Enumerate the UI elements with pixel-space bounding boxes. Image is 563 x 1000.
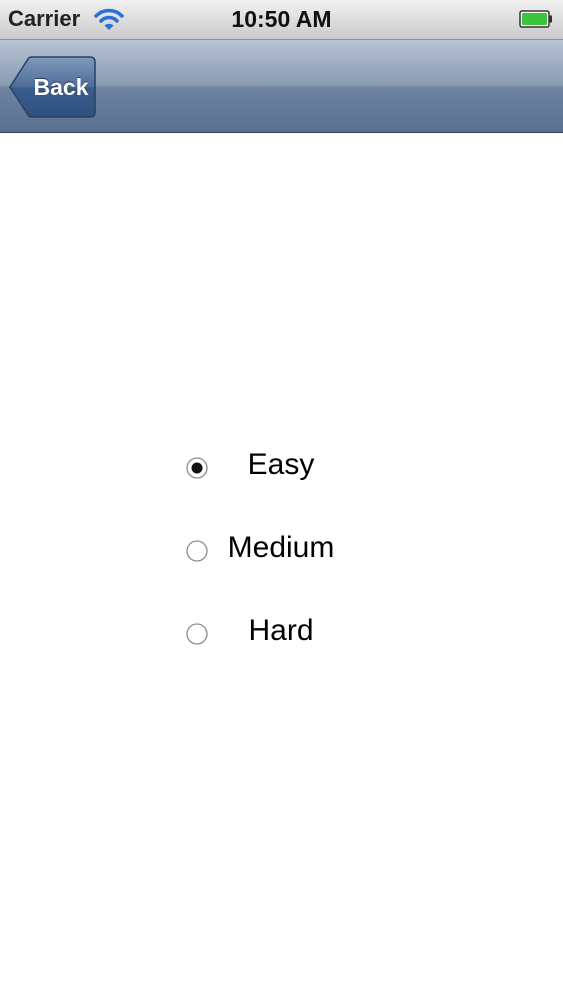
back-button-label: Back <box>33 74 89 100</box>
radio-label-easy: Easy <box>247 448 315 481</box>
radio-label-medium: Medium <box>227 531 335 564</box>
back-button[interactable]: Back <box>8 56 96 118</box>
radio-option-hard[interactable]: Hard <box>180 606 360 666</box>
radio-option-easy[interactable]: Easy <box>180 440 360 500</box>
radio-selected-icon[interactable] <box>186 457 208 479</box>
clock: 10:50 AM <box>231 6 332 32</box>
status-bar: Carrier 10:50 AM <box>0 0 563 40</box>
navigation-bar: Back <box>0 40 563 133</box>
radio-unselected-icon[interactable] <box>186 540 208 562</box>
radio-option-medium[interactable]: Medium <box>180 523 360 583</box>
radio-unselected-icon[interactable] <box>186 623 208 645</box>
radio-label-hard: Hard <box>248 614 314 647</box>
battery-full-icon <box>519 10 553 28</box>
